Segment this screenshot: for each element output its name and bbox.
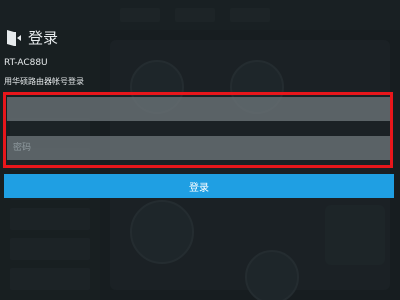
- login-hint-text: 用华硕路由器帐号登录: [4, 77, 84, 86]
- password-input[interactable]: [7, 136, 390, 160]
- device-model-label: RT-AC88U: [4, 58, 48, 68]
- login-title: 登录: [28, 29, 59, 47]
- login-button[interactable]: 登录: [4, 174, 394, 198]
- login-door-icon: [3, 27, 25, 49]
- login-dialog: 登录 RT-AC88U 用华硕路由器帐号登录 登录: [0, 0, 400, 300]
- login-title-row: 登录: [3, 27, 58, 49]
- username-input[interactable]: [7, 97, 390, 121]
